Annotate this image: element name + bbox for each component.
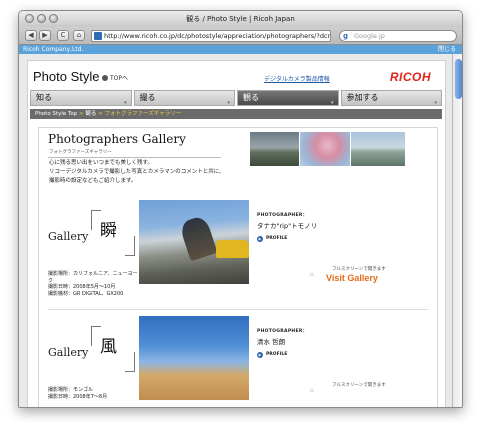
intro-line: 撮影時の設定などもご紹介します。 xyxy=(49,178,137,184)
profile-link[interactable]: PROFILE xyxy=(257,236,287,242)
search-placeholder: Google.jp xyxy=(354,32,385,40)
window-title: 観る / Photo Style | Ricoh Japan xyxy=(186,15,295,23)
header-photo-landscape xyxy=(250,132,299,166)
browser-window: 観る / Photo Style | Ricoh Japan ◀ ▶ C ⌂ h… xyxy=(18,10,463,408)
bracket-right xyxy=(125,352,135,372)
gallery-panel: Photographers Gallery フォトグラファーズギャラリー 心に残… xyxy=(38,127,438,407)
breadcrumb-sep: > xyxy=(79,111,84,117)
site-favicon-icon xyxy=(94,32,102,40)
meta-date: 撮影日時：2008年7〜8月 xyxy=(48,393,108,400)
nav-item-shiru[interactable]: 知る xyxy=(30,90,132,110)
gallery-kanji: 風 xyxy=(100,337,117,357)
gallery-subtitle: フォトグラファーズギャラリー xyxy=(49,150,112,155)
gallery-word: Gallery xyxy=(48,346,89,359)
web-page: Photo Style TOPへ デジタルカメラ製品情報 RICOH 知る 撮る… xyxy=(27,60,446,407)
brand-title[interactable]: Photo Style xyxy=(33,69,100,84)
zoom-window-button[interactable] xyxy=(49,14,58,23)
browser-toolbar: ◀ ▶ C ⌂ http://www.ricoh.co.jp/dc/photos… xyxy=(19,27,462,45)
search-field[interactable]: g Google.jp xyxy=(339,30,457,42)
gallery-kanji: 瞬 xyxy=(100,221,117,241)
gallery-title: Photographers Gallery xyxy=(48,132,186,146)
info-bar: Ricoh Company,Ltd. 閉じる xyxy=(19,45,462,54)
top-link[interactable]: TOPへ xyxy=(102,73,128,82)
title-divider xyxy=(48,157,221,158)
info-bar-text: Ricoh Company,Ltd. xyxy=(23,46,84,53)
gallery-photo-desert[interactable] xyxy=(139,316,249,400)
breadcrumb-home[interactable]: Photo Style Top xyxy=(35,111,77,117)
breadcrumb-section[interactable]: 観る xyxy=(85,111,96,117)
profile-link[interactable]: PROFILE xyxy=(257,352,287,358)
header-photo-blossom xyxy=(300,132,350,166)
gallery-meta: 撮影場所：モンゴル 撮影日時：2008年7〜8月 xyxy=(48,387,138,400)
ricoh-logo[interactable]: RICOH xyxy=(390,70,431,84)
intro-line: リコーデジタルカメラで撮影した写真とカメラマンのコメントと共に、 xyxy=(49,169,225,175)
skater-figure xyxy=(178,214,218,262)
nav-item-miru[interactable]: 観る xyxy=(237,90,339,110)
scrollbar-thumb[interactable] xyxy=(455,59,462,99)
chevron-right-icon: » xyxy=(309,270,314,280)
bracket-right xyxy=(125,236,135,256)
photographer-label: PHOTOGRAPHER： xyxy=(257,329,308,334)
gallery-kanji-frame: 風 xyxy=(91,326,135,372)
gallery-entry-kaze: Gallery 風 撮影場所：モンゴル 撮影日時：2008年7〜8月 PHOTO… xyxy=(39,316,437,407)
fullscreen-note: フルスクリーンで開きます xyxy=(332,267,386,272)
gallery-word: Gallery xyxy=(48,230,89,243)
photographer-label: PHOTOGRAPHER： xyxy=(257,213,308,218)
vertical-scrollbar[interactable] xyxy=(452,54,462,407)
main-nav: 知る 撮る 観る 参加する xyxy=(30,90,442,110)
gallery-divider xyxy=(48,309,428,310)
header-photo-boat xyxy=(351,132,405,166)
photographer-name: タナカ"rip"トモノリ xyxy=(257,222,318,230)
back-button[interactable]: ◀ xyxy=(25,30,37,41)
gallery-photo-skateboard[interactable] xyxy=(139,200,249,284)
meta-place: 撮影場所：カリフォルニア、ニューヨーク xyxy=(48,271,138,284)
window-controls xyxy=(25,14,58,23)
forward-button[interactable]: ▶ xyxy=(39,30,51,41)
visit-gallery-button[interactable]: Visit Gallery xyxy=(326,273,378,283)
breadcrumb-current: フォトグラファーズギャラリー xyxy=(104,111,182,117)
gallery-entry-shun: Gallery 瞬 撮影場所：カリフォルニア、ニューヨーク 撮影日時：2008年… xyxy=(39,200,437,305)
address-url: http://www.ricoh.co.jp/dc/photostyle/app… xyxy=(104,32,331,40)
meta-camera: 撮影機材：GR DIGITAL、GX200 xyxy=(48,290,124,297)
nav-item-toru[interactable]: 撮る xyxy=(133,90,235,110)
gallery-meta: 撮影場所：カリフォルニア、ニューヨーク 撮影日時：2008年5月〜10月 撮影機… xyxy=(48,271,138,297)
gallery-kanji-frame: 瞬 xyxy=(91,210,135,256)
breadcrumb-sep: > xyxy=(98,111,103,117)
chevron-right-icon: » xyxy=(309,386,314,396)
info-bar-close-button[interactable]: 閉じる xyxy=(438,45,456,54)
nav-item-sanka[interactable]: 参加する xyxy=(340,90,442,110)
yellow-taxi xyxy=(216,240,249,258)
site-header: Photo Style TOPへ デジタルカメラ製品情報 RICOH xyxy=(28,61,445,91)
address-bar[interactable]: http://www.ricoh.co.jp/dc/photostyle/app… xyxy=(91,30,331,42)
photographer-name: 清水 哲朗 xyxy=(257,338,286,346)
dc-product-link[interactable]: デジタルカメラ製品情報 xyxy=(264,74,330,83)
close-window-button[interactable] xyxy=(25,14,34,23)
title-bar: 観る / Photo Style | Ricoh Japan xyxy=(19,11,462,27)
home-button[interactable]: ⌂ xyxy=(73,30,85,41)
breadcrumb: Photo Style Top > 観る > フォトグラファーズギャラリー xyxy=(30,109,442,119)
minimize-window-button[interactable] xyxy=(37,14,46,23)
google-icon: g xyxy=(343,32,349,40)
fullscreen-note: フルスクリーンで開きます xyxy=(332,383,386,388)
page-viewport: Photo Style TOPへ デジタルカメラ製品情報 RICOH 知る 撮る… xyxy=(19,54,452,407)
reload-button[interactable]: C xyxy=(57,30,69,41)
